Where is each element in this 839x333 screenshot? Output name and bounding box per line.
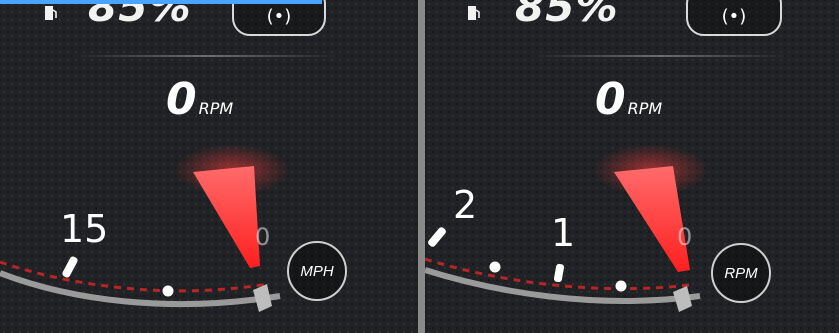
gauge-tick-major xyxy=(428,227,446,247)
unit-toggle-button-rpm[interactable]: RPM xyxy=(711,243,771,303)
gauge-needle xyxy=(193,166,260,268)
right-instrument-panel: 85% (•) 0 RPM 0 2 1 RPM xyxy=(425,0,839,333)
right-gauge: 0 xyxy=(425,144,709,312)
dual-dashboard-screenshot: 85% (•) 0 RPM 0 15 MPH 85% (•) 0 RPM 0 2… xyxy=(0,0,839,333)
gauge-tick-major xyxy=(62,256,78,278)
gauge-tick-label-major: 2 xyxy=(453,183,478,227)
gauge-tick-dot xyxy=(162,285,174,297)
gauge-tick-dot-2 xyxy=(615,280,627,292)
top-highlight-bar xyxy=(0,0,322,4)
left-gauge: 0 xyxy=(0,144,290,312)
gauge-hidden-zero: 0 xyxy=(255,223,270,251)
gauge-tick-dot xyxy=(489,261,501,273)
gauge-tick-minor xyxy=(553,263,565,283)
gauge-tick-label-minor: 1 xyxy=(551,211,576,255)
unit-toggle-button-mph[interactable]: MPH xyxy=(287,241,347,301)
left-instrument-panel: 85% (•) 0 RPM 0 15 MPH xyxy=(0,0,418,333)
panel-separator xyxy=(418,0,425,333)
gauge-hidden-zero: 0 xyxy=(677,223,692,251)
gauge-tick-label: 15 xyxy=(60,207,109,251)
needle-tip xyxy=(673,286,692,312)
needle-tip xyxy=(253,284,272,312)
